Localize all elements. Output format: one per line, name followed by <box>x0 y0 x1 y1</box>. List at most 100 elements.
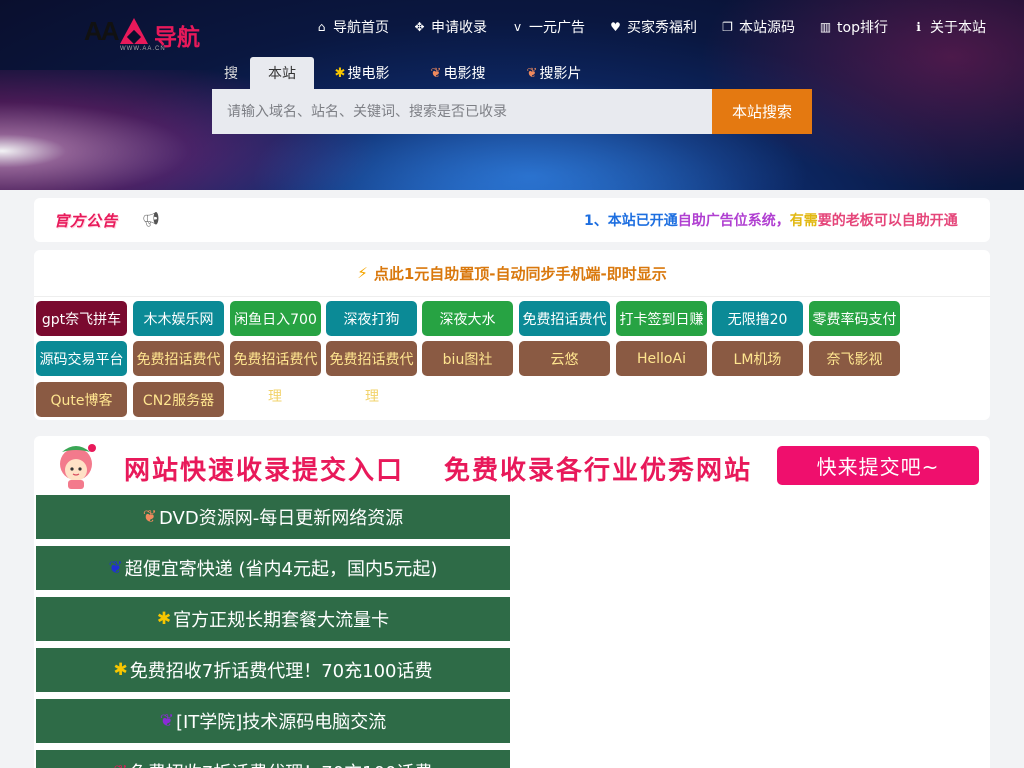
link-button[interactable]: 无限撸20 <box>712 301 803 336</box>
tab-site[interactable]: 本站 <box>250 57 314 89</box>
leaf-icon: ❦ <box>159 711 174 731</box>
heart-icon: ♥ <box>610 20 621 34</box>
promo-pin-link[interactable]: ⚡ 点此1元自助置顶-自动同步手机端-即时显示 <box>34 250 990 297</box>
list-item-label: 免费招收7折话费代理！70充100话费 <box>130 759 433 768</box>
marquee-part-2: 自助广告位系统， <box>677 213 790 229</box>
featured-list: ❦ DVD资源网-每日更新网络资源 ❦ 超便宜寄快递 (省内4元起，国内5元起) ✱ 官方… <box>36 495 510 768</box>
tab-site-label: 本站 <box>268 66 296 82</box>
search-bar: 本站搜索 <box>212 89 812 134</box>
header-banner: AA 导航 WWW.AA.CN ⌂ 导航首页 ✥ 申请收录 v 一元广告 ♥ 买家秀福利 ❐ 本站… <box>0 0 1024 190</box>
lightning-icon: ⚡ <box>357 264 368 282</box>
link-button[interactable]: CN2服务器 <box>133 382 224 417</box>
search-input[interactable] <box>212 89 712 134</box>
nav-item-label: 买家秀福利 <box>627 20 698 36</box>
mascot-icon <box>60 444 96 489</box>
megaphone-icon: 📢︎ <box>142 212 160 228</box>
banner-title-left: 网站快速收录提交入口 <box>124 456 405 486</box>
logo-letters: AA <box>84 16 120 46</box>
link-button[interactable]: 云悠 <box>519 341 610 376</box>
nav-item-2[interactable]: v 一元广告 <box>511 17 585 37</box>
link-button[interactable]: 免费招话费代 <box>133 341 224 376</box>
tab-search-movie-label: 搜电影 <box>347 66 390 82</box>
tab-movie-search-label: 电影搜 <box>443 66 486 82</box>
list-item-label: [IT学院]技术源码电脑交流 <box>175 712 387 733</box>
announcement-tag: 官方公告 <box>54 211 119 230</box>
list-item[interactable]: ❦ 超便宜寄快递 (省内4元起，国内5元起) <box>36 546 510 590</box>
top-nav: ⌂ 导航首页 ✥ 申请收录 v 一元广告 ♥ 买家秀福利 ❐ 本站源码 ▥ top排行 ℹ 关于本站 <box>315 17 986 37</box>
link-button[interactable]: 源码交易平台 <box>36 341 127 376</box>
nav-item-1[interactable]: ✥ 申请收录 <box>413 17 488 37</box>
nav-item-label: 导航首页 <box>333 20 390 36</box>
announcement-marquee[interactable]: 1、本站已开通 自助广告位系统， 有需 要的老板可以自助开通 <box>584 198 984 242</box>
bar-chart-icon: ▥ <box>819 20 832 34</box>
leaf-icon: ❦ <box>526 65 538 81</box>
star-icon: ✱ <box>113 660 128 680</box>
move-icon: ✥ <box>414 20 425 34</box>
link-button[interactable]: HelloAi <box>616 341 707 376</box>
list-item-label: 超便宜寄快递 (省内4元起，国内5元起) <box>124 559 438 580</box>
nav-item-label: 本站源码 <box>739 20 796 36</box>
search-tabs-lead: 搜 <box>224 66 238 82</box>
marquee-part-4: 要的老板可以自助开通 <box>817 213 958 229</box>
home-icon: ⌂ <box>317 20 326 34</box>
link-button[interactable]: 免费招话费代 <box>230 341 321 376</box>
info-circle-icon: ℹ <box>916 20 921 34</box>
nav-item-5[interactable]: ▥ top排行 <box>819 17 888 37</box>
tab-search-movie[interactable]: ✱ 搜电影 <box>314 57 410 89</box>
submission-panel: 网站快速收录提交入口 免费收录各行业优秀网站 快来提交吧~ ❦ DVD资源网-每日… <box>34 436 990 768</box>
link-button[interactable]: 打卡签到日赚 <box>616 301 707 336</box>
marquee-part-1: 1、本站已开通 <box>584 213 678 229</box>
leaf-icon: ❦ <box>142 507 158 527</box>
nav-item-label: 一元广告 <box>529 20 586 36</box>
link-button[interactable]: 免费招话费代 <box>519 301 610 336</box>
nav-item-6[interactable]: ℹ 关于本站 <box>912 17 986 37</box>
link-button[interactable]: LM机场 <box>712 341 803 376</box>
logo-subtext: WWW.AA.CN <box>120 46 166 52</box>
list-item-label: 免费招收7折话费代理！70充100话费 <box>129 661 433 682</box>
link-button[interactable]: 深夜打狗 <box>326 301 417 336</box>
list-item[interactable]: ✱ 免费招收7折话费代理！70充100话费 <box>36 648 510 692</box>
tab-movie-search[interactable]: ❦ 电影搜 <box>410 57 506 89</box>
nav-item-4[interactable]: ❐ 本站源码 <box>721 17 795 37</box>
nav-item-0[interactable]: ⌂ 导航首页 <box>315 17 389 37</box>
list-item[interactable]: ✱ 官方正规长期套餐大流量卡 <box>36 597 510 641</box>
marquee-part-3: 有需 <box>789 213 818 229</box>
link-button[interactable]: Qute博客 <box>36 382 127 417</box>
tab-search-film[interactable]: ❦ 搜影片 <box>506 57 602 89</box>
links-panel: ⚡ 点此1元自助置顶-自动同步手机端-即时显示 gpt奈飞拼车 木木娱乐网 闲鱼日入… <box>34 250 990 420</box>
site-logo[interactable]: AA 导航 WWW.AA.CN <box>84 14 214 54</box>
star-icon: ✱ <box>156 609 172 629</box>
link-button[interactable]: 闲鱼日入700 <box>230 301 321 336</box>
search-tabs: 搜 本站 ✱ 搜电影 ❦ 电影搜 ❦ 搜影片 <box>212 57 602 89</box>
submission-banner[interactable]: 网站快速收录提交入口 免费收录各行业优秀网站 快来提交吧~ <box>34 436 990 494</box>
nav-item-label: top排行 <box>837 20 888 36</box>
list-item[interactable]: ❦免费招收7折话费代理！70充100话费 <box>36 750 510 768</box>
nav-item-3[interactable]: ♥ 买家秀福利 <box>609 17 697 37</box>
tab-search-film-label: 搜影片 <box>539 66 582 82</box>
button-overflow-text: 理 <box>365 389 379 405</box>
link-button[interactable]: 奈飞影视 <box>809 341 900 376</box>
list-item-label: DVD资源网-每日更新网络资源 <box>159 508 404 529</box>
promo-text: 点此1元自助置顶-自动同步手机端-即时显示 <box>373 264 667 283</box>
search-button[interactable]: 本站搜索 <box>712 89 812 134</box>
nav-item-label: 申请收录 <box>431 20 488 36</box>
leaf-icon: ❦ <box>114 762 128 768</box>
banner-title-right: 免费收录各行业优秀网站 <box>444 456 753 486</box>
link-button[interactable]: 深夜大水 <box>422 301 513 336</box>
leaf-icon: ❦ <box>108 558 123 578</box>
link-button[interactable]: 零费率码支付 <box>809 301 900 336</box>
list-item-label: 官方正规长期套餐大流量卡 <box>173 610 390 631</box>
link-button[interactable]: gpt奈飞拼车 <box>36 301 127 336</box>
vimeo-icon: v <box>513 20 522 34</box>
link-button[interactable]: 免费招话费代 <box>326 341 417 376</box>
button-overflow-text: 理 <box>268 389 282 405</box>
link-button[interactable]: 木木娱乐网 <box>133 301 224 336</box>
list-item[interactable]: ❦ DVD资源网-每日更新网络资源 <box>36 495 510 539</box>
announcement-bar: 官方公告 📢︎ 1、本站已开通 自助广告位系统， 有需 要的老板可以自助开通 <box>34 198 990 242</box>
nav-item-label: 关于本站 <box>930 20 986 36</box>
star-icon: ✱ <box>334 65 346 81</box>
window-restore-icon: ❐ <box>722 20 733 34</box>
link-button[interactable]: biu图社 <box>422 341 513 376</box>
list-item[interactable]: ❦ [IT学院]技术源码电脑交流 <box>36 699 510 743</box>
banner-submit-button[interactable]: 快来提交吧~ <box>777 446 979 485</box>
